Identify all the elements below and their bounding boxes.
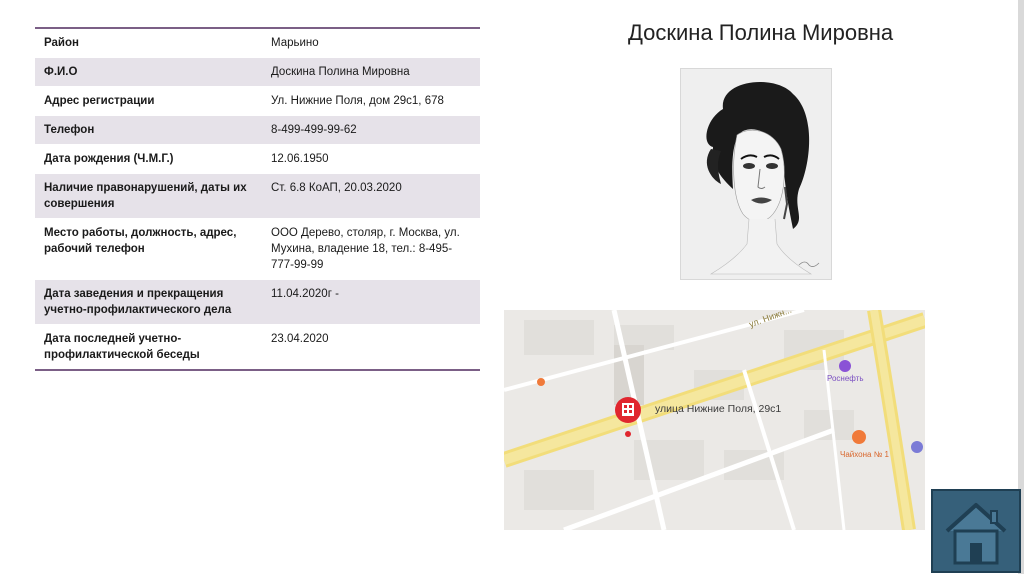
row-value: ООО Дерево, столяр, г. Москва, ул. Мухин… (271, 227, 460, 271)
row-label: Дата заведения и прекращения учетно-проф… (44, 288, 232, 316)
poi-label: Чайхона № 1 (840, 450, 889, 459)
poi-marker[interactable] (852, 430, 866, 444)
page-title: Доскина Полина Мировна (628, 20, 894, 45)
row-label: Телефон (44, 124, 95, 136)
table-row: Дата рождения (Ч.М.Г.) 12.06.1950 (35, 145, 480, 174)
row-label: Адрес регистрации (44, 95, 155, 107)
row-value: 11.04.2020г - (271, 288, 339, 300)
poi-marker[interactable] (839, 360, 851, 372)
table-row: Телефон 8-499-499-99-62 (35, 115, 480, 145)
poi-label: Роснефть (827, 374, 864, 383)
row-value: Доскина Полина Мировна (271, 66, 410, 78)
home-button[interactable] (931, 489, 1021, 573)
row-label: Дата последней учетно-профилактической б… (44, 333, 200, 361)
row-value: 8-499-499-99-62 (271, 124, 357, 136)
row-value: Марьино (271, 37, 319, 49)
slide-edge (1018, 0, 1024, 574)
row-label: Ф.И.О (44, 66, 78, 78)
map-graphic (504, 310, 925, 530)
info-table: Район Марьино Ф.И.О Доскина Полина Миров… (35, 27, 480, 371)
row-label: Наличие правонарушений, даты их совершен… (44, 182, 247, 210)
table-row: Наличие правонарушений, даты их совершен… (35, 173, 480, 219)
map-pin-icon[interactable] (614, 396, 642, 438)
row-value: 23.04.2020 (271, 333, 329, 345)
map-marker-label: улица Нижние Поля, 29с1 (655, 403, 782, 415)
row-label: Место работы, должность, адрес, рабочий … (44, 227, 237, 255)
table-row: Место работы, должность, адрес, рабочий … (35, 219, 480, 280)
row-value: Ул. Нижние Поля, дом 29с1, 678 (271, 95, 444, 107)
table-row: Ф.И.О Доскина Полина Мировна (35, 57, 480, 87)
row-value: 12.06.1950 (271, 153, 329, 165)
table-row: Дата последней учетно-профилактической б… (35, 325, 480, 370)
portrait-image (680, 68, 832, 280)
portrait-drawing (681, 69, 831, 279)
location-map[interactable] (504, 310, 925, 530)
table-row: Дата заведения и прекращения учетно-проф… (35, 279, 480, 325)
row-label: Дата рождения (Ч.М.Г.) (44, 153, 174, 165)
house-icon (945, 503, 1007, 565)
table-row: Адрес регистрации Ул. Нижние Поля, дом 2… (35, 87, 480, 116)
table-row: Район Марьино (35, 28, 480, 58)
row-label: Район (44, 37, 79, 49)
row-value: Ст. 6.8 КоАП, 20.03.2020 (271, 182, 402, 194)
